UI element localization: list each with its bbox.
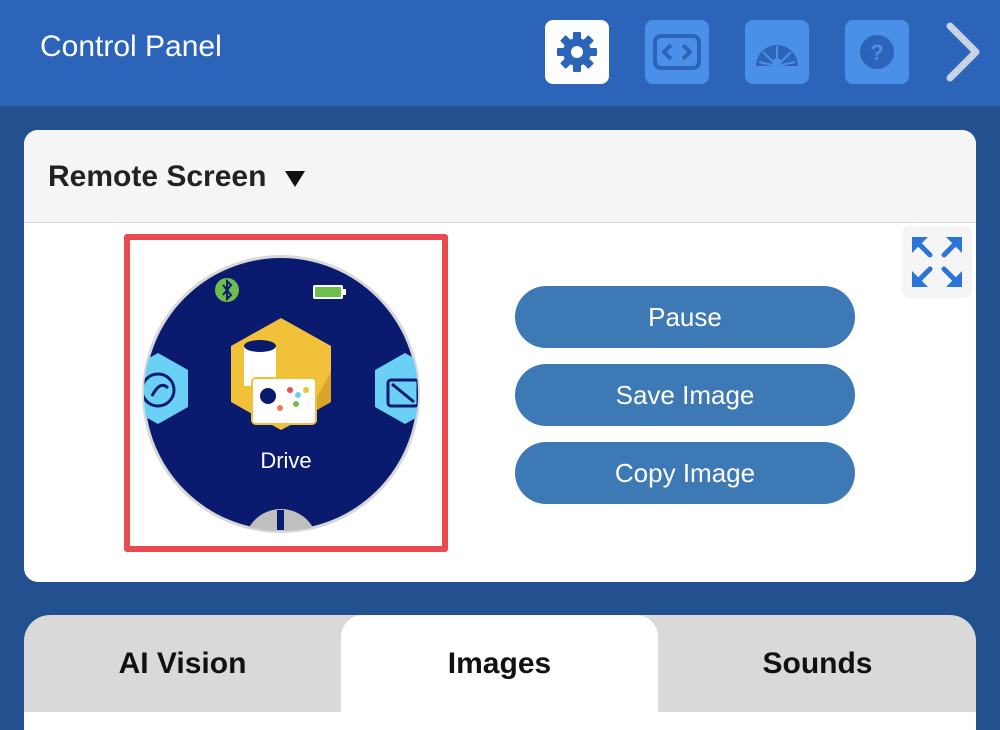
triangle-down-icon[interactable] [284,170,306,188]
gear-icon [557,32,597,72]
code-icon [653,34,701,70]
expand-arrows-icon [912,237,962,287]
help-button[interactable]: ? [845,20,909,84]
help-icon: ? [860,35,894,69]
page-title: Control Panel [40,30,222,63]
battery-icon [313,285,346,299]
header-bar: Control Panel ? [0,0,1000,106]
dashboard-gauge-icon [756,45,798,67]
remote-screen-header[interactable]: Remote Screen [24,130,976,223]
robot-screen-display [142,255,420,533]
remote-screen-title: Remote Screen [48,160,267,193]
code-button[interactable] [645,20,709,84]
expand-button[interactable] [902,226,972,298]
copy-image-button[interactable]: Copy Image [515,442,855,504]
svg-text:?: ? [870,40,883,65]
remote-screen-image: Drive [124,234,448,552]
dashboard-button[interactable] [745,20,809,84]
chevron-right-icon [946,22,980,82]
media-tabs: AI Vision Images Sounds [24,615,976,730]
pause-button[interactable]: Pause [515,286,855,348]
tab-content-area [24,712,976,730]
drive-app-label: Drive [260,448,312,473]
tab-images[interactable]: Images [341,615,658,712]
tab-ai-vision[interactable]: AI Vision [24,615,341,712]
next-button[interactable] [940,20,986,84]
remote-screen-panel: Remote Screen Drive Pause Save Image Cop… [24,130,976,582]
save-image-button[interactable]: Save Image [515,364,855,426]
tab-sounds[interactable]: Sounds [659,615,976,712]
settings-button[interactable] [545,20,609,84]
